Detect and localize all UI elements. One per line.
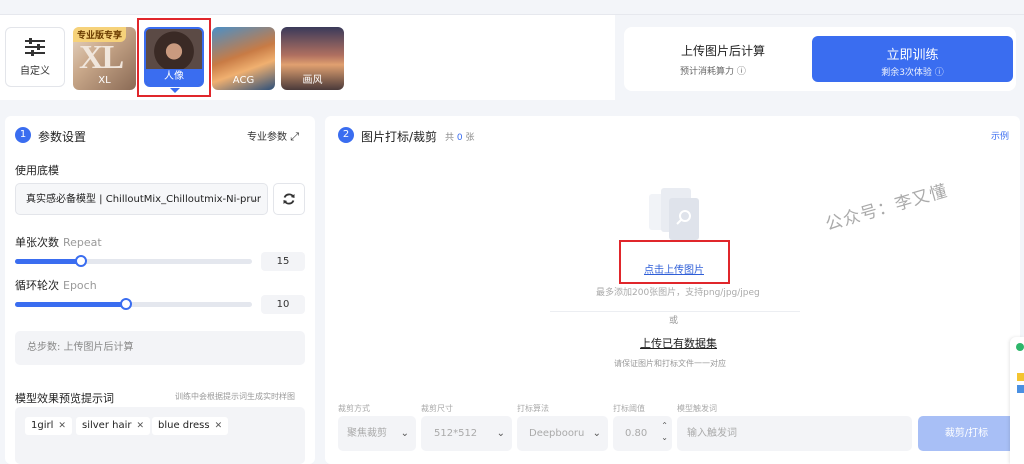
- tag-algo-select[interactable]: Deepbooru ⌄: [517, 416, 608, 451]
- model-thumb-xl[interactable]: 专业版专享 XL XL: [73, 27, 136, 90]
- dataset-hint: 请保证图片和打标文件一一对应: [614, 359, 726, 368]
- tag-chip: silver hair ✕: [76, 417, 151, 435]
- status-dot-icon: [1016, 343, 1024, 351]
- top-strip: [0, 0, 1024, 15]
- selected-caret: [170, 88, 180, 93]
- upload-title: 图片打标/裁剪: [361, 130, 438, 144]
- model-thumb-style[interactable]: 画风: [281, 27, 344, 90]
- upload-hint: 最多添加200张图片，支持png/jpg/jpeg: [596, 288, 760, 298]
- custom-label: 自定义: [20, 65, 50, 77]
- epoch-slider-fill: [15, 302, 127, 307]
- refresh-button[interactable]: [273, 183, 305, 215]
- train-label: 立即训练: [886, 48, 939, 63]
- model-thumb-acg[interactable]: ACG: [212, 27, 275, 90]
- crop-mode-select[interactable]: 聚焦裁剪 ⌄: [338, 416, 416, 451]
- model-label-style: 画风: [302, 75, 323, 86]
- step-number-1: 1: [15, 127, 31, 143]
- info-icon[interactable]: ⓘ: [935, 68, 944, 78]
- train-button[interactable]: 立即训练 剩余3次体验 ⓘ: [812, 36, 1013, 82]
- upload-highlight: [619, 240, 730, 284]
- total-steps-field: 总步数: 上传图片后计算: [15, 331, 305, 365]
- epoch-label: 循环轮次 Epoch: [15, 279, 97, 292]
- close-icon[interactable]: ✕: [215, 421, 223, 431]
- chevron-down-icon: ⌄: [496, 428, 505, 439]
- crop-tag-button[interactable]: 裁剪/打标: [918, 416, 1015, 451]
- example-link[interactable]: 示例: [991, 129, 1009, 142]
- threshold-stepper[interactable]: 0.80 ⌃ ⌄: [613, 416, 672, 451]
- model-label-xl: XL: [98, 75, 111, 86]
- crop-mode-label: 裁剪方式: [338, 404, 370, 413]
- prompt-label: 模型效果预览提示词: [15, 392, 114, 405]
- model-label-acg: ACG: [232, 75, 255, 86]
- base-model-select[interactable]: 真实感必备模型 | ChilloutMix_Chilloutmix-Ni-pru…: [15, 183, 268, 215]
- or-separator: 或: [669, 316, 679, 326]
- chevron-down-icon: ⌄: [400, 428, 409, 439]
- widget-icon: [1017, 373, 1024, 381]
- xl-title: XL: [79, 39, 124, 76]
- repeat-slider-fill: [15, 259, 82, 264]
- crop-size-label: 裁剪尺寸: [421, 404, 453, 413]
- repeat-input[interactable]: 15: [261, 252, 305, 271]
- chevron-down-icon: ⌄: [250, 194, 259, 205]
- tag-algo-label: 打标算法: [517, 404, 549, 413]
- trigger-word-input[interactable]: 输入触发词: [677, 416, 912, 451]
- upload-dataset-link[interactable]: 上传已有数据集: [640, 335, 717, 351]
- base-model-label: 使用底模: [15, 164, 59, 177]
- divider: [550, 311, 800, 312]
- refresh-icon: [283, 193, 295, 205]
- pro-params-link[interactable]: 专业参数 ⤢: [247, 128, 299, 144]
- threshold-label: 打标阈值: [613, 404, 645, 413]
- prompt-tags-input[interactable]: 1girl ✕ silver hair ✕ blue dress ✕: [15, 407, 305, 464]
- base-model-value: 真实感必备模型 | ChilloutMix_Chilloutmix-Ni-pru…: [26, 194, 261, 205]
- train-sub: 剩余3次体验 ⓘ: [881, 68, 944, 78]
- close-icon[interactable]: ✕: [58, 421, 66, 431]
- custom-button[interactable]: 自定义: [5, 27, 65, 87]
- step-number-2: 2: [338, 127, 354, 143]
- epoch-slider[interactable]: [15, 298, 252, 310]
- repeat-label: 单张次数 Repeat: [15, 236, 102, 249]
- selection-highlight: [137, 18, 211, 97]
- close-icon[interactable]: ✕: [136, 421, 144, 431]
- tag-chip: blue dress ✕: [152, 417, 229, 435]
- widget-icon: [1017, 385, 1024, 393]
- chevron-down-icon: ⌄: [592, 428, 601, 439]
- repeat-slider[interactable]: [15, 255, 252, 267]
- stepper-arrows-icon[interactable]: ⌃ ⌄: [661, 420, 668, 444]
- info-icon[interactable]: ⓘ: [737, 67, 746, 77]
- epoch-input[interactable]: 10: [261, 295, 305, 314]
- prompt-hint: 训练中会根据提示词生成实时样图: [175, 392, 295, 401]
- expand-icon: ⤢: [290, 130, 299, 143]
- crop-size-select[interactable]: 512*512 ⌄: [421, 416, 512, 451]
- params-title: 参数设置: [38, 130, 87, 144]
- trigger-label: 模型触发词: [677, 404, 717, 413]
- upload-images-icon: [649, 188, 699, 240]
- cost-title: 上传图片后计算: [681, 44, 766, 58]
- sliders-icon: [25, 37, 45, 56]
- tag-chip: 1girl ✕: [25, 417, 72, 435]
- cost-sub: 预计消耗算力 ⓘ: [680, 67, 746, 77]
- side-floating-widget[interactable]: [1010, 337, 1024, 464]
- image-count: 共 0 张: [445, 133, 475, 143]
